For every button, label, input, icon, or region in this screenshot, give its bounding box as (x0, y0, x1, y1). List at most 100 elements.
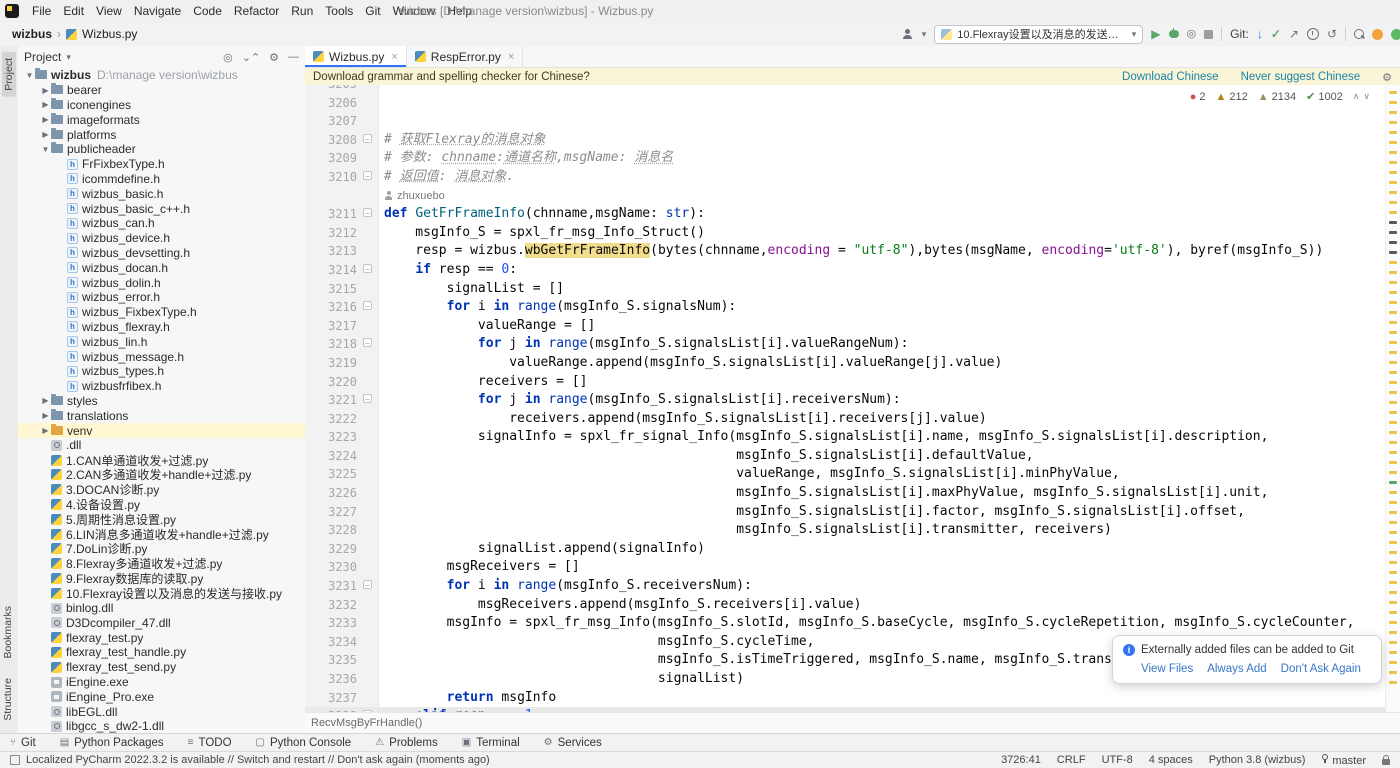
debug-button[interactable] (1169, 30, 1179, 38)
popup-link-always-add[interactable]: Always Add (1207, 663, 1266, 675)
tree-item[interactable]: iEngine.exe (18, 675, 305, 690)
menu-file[interactable]: File (26, 4, 57, 18)
editor-tab-wizbus.py[interactable]: Wizbus.py× (305, 46, 407, 67)
tree-item[interactable]: hwizbus_FixbexType.h (18, 305, 305, 320)
tree-item[interactable]: 2.CAN多通道收发+handle+过滤.py (18, 468, 305, 483)
menu-edit[interactable]: Edit (57, 4, 90, 18)
tree-item[interactable]: hwizbus_error.h (18, 290, 305, 305)
tool-window-button-git[interactable]: ⑂Git (10, 737, 36, 749)
indent-setting[interactable]: 4 spaces (1149, 754, 1193, 766)
popup-link-dont-ask[interactable]: Don't Ask Again (1281, 663, 1361, 675)
tree-item[interactable]: ▶bearer (18, 83, 305, 98)
tree-item[interactable]: 10.Flexray设置以及消息的发送与接收.py (18, 586, 305, 601)
tool-window-button-services[interactable]: ⚙Services (544, 737, 602, 749)
popup-link-view-files[interactable]: View Files (1141, 663, 1193, 675)
tree-item[interactable]: hwizbus_basic_c++.h (18, 201, 305, 216)
code-line-3207[interactable]: 3207 (305, 112, 1386, 131)
search-everywhere-icon[interactable] (1354, 29, 1364, 39)
python-interpreter[interactable]: Python 3.8 (wizbus) (1209, 754, 1306, 766)
menu-code[interactable]: Code (187, 4, 228, 18)
tree-item[interactable]: ▼wizbusD:\manage version\wizbus (18, 68, 305, 83)
ide-update-icon[interactable] (1372, 29, 1383, 40)
stop-button[interactable] (1204, 30, 1213, 39)
tree-item[interactable]: hwizbus_devsetting.h (18, 246, 305, 261)
menu-run[interactable]: Run (285, 4, 319, 18)
chevron-down-icon[interactable]: ▾ (66, 52, 71, 63)
code-line-3222[interactable]: 3222 receivers.append(msgInfo_S.signalsL… (305, 410, 1386, 429)
tool-window-button-terminal[interactable]: ▣Terminal (462, 737, 520, 749)
tree-item[interactable]: 9.Flexray数据库的读取.py (18, 571, 305, 586)
close-icon[interactable]: × (391, 51, 397, 63)
code-line-3221[interactable]: 3221– for j in range(msgInfo_S.signalsLi… (305, 391, 1386, 410)
tree-item[interactable]: libEGL.dll (18, 704, 305, 719)
settings-gear-icon[interactable]: ⚙ (269, 51, 279, 64)
code-line-3237[interactable]: 3237 return msgInfo (305, 689, 1386, 708)
tree-item[interactable]: ▼publicheader (18, 142, 305, 157)
tree-item[interactable]: 6.LIN消息多通道收发+handle+过滤.py (18, 527, 305, 542)
code-line-3226[interactable]: 3226 msgInfo_S.signalsList[i].maxPhyValu… (305, 484, 1386, 503)
code-line-3218[interactable]: 3218– for j in range(msgInfo_S.signalsLi… (305, 335, 1386, 354)
tree-item[interactable]: flexray_test_send.py (18, 660, 305, 675)
tree-item[interactable]: ▶iconengines (18, 98, 305, 113)
user-profile-icon[interactable] (902, 28, 914, 40)
coverage-button[interactable]: ◎ (1187, 29, 1197, 40)
code-line-3233[interactable]: 3233 msgInfo = spxl_fr_msg_Info(msgInfo_… (305, 614, 1386, 633)
code-line-3209[interactable]: 3209# 参数: chnname:通道名称,msgName: 消息名 (305, 149, 1386, 168)
locate-file-icon[interactable]: ◎ (223, 51, 233, 64)
tree-item[interactable]: iEngine_Pro.exe (18, 689, 305, 704)
editor-tab-resperror.py[interactable]: RespError.py× (407, 46, 523, 67)
breadcrumb-file[interactable]: Wizbus.py (82, 27, 137, 41)
menu-tools[interactable]: Tools (319, 4, 359, 18)
tree-item[interactable]: ▶imageformats (18, 112, 305, 127)
lock-icon[interactable] (1382, 759, 1390, 765)
tool-window-tab-project[interactable]: Project (2, 52, 16, 97)
tree-item[interactable]: hwizbus_flexray.h (18, 320, 305, 335)
banner-link-never[interactable]: Never suggest Chinese (1241, 71, 1361, 83)
tree-item[interactable]: binlog.dll (18, 601, 305, 616)
close-icon[interactable]: × (508, 51, 514, 63)
tree-item[interactable]: flexray_test_handle.py (18, 645, 305, 660)
tree-item[interactable]: 5.周期性消息设置.py (18, 512, 305, 527)
fold-marker-icon[interactable]: – (363, 134, 372, 143)
tree-item[interactable]: hwizbusfrfibex.h (18, 379, 305, 394)
code-line-3220[interactable]: 3220 receivers = [] (305, 373, 1386, 392)
rollback-button[interactable]: ↺ (1327, 28, 1337, 40)
hide-panel-icon[interactable]: — (288, 51, 299, 64)
menu-view[interactable]: View (90, 4, 128, 18)
tree-item[interactable]: hwizbus_types.h (18, 364, 305, 379)
tree-item[interactable]: 8.Flexray多通道收发+过滤.py (18, 556, 305, 571)
code-line-3225[interactable]: 3225 valueRange, msgInfo_S.signalsList[i… (305, 465, 1386, 484)
tree-item[interactable]: 3.DOCAN诊断.py (18, 482, 305, 497)
menu-refactor[interactable]: Refactor (228, 4, 285, 18)
code-line-3211[interactable]: 3211–def GetFrFrameInfo(chnname,msgName:… (305, 205, 1386, 224)
author-annotation[interactable]: zhuxuebo (305, 187, 1386, 206)
project-view-select[interactable]: Project (24, 50, 61, 64)
line-ending[interactable]: CRLF (1057, 754, 1086, 766)
fold-marker-icon[interactable]: – (363, 580, 372, 589)
tool-window-tab-bookmarks[interactable]: Bookmarks (2, 606, 14, 659)
code-line-3231[interactable]: 3231– for i in range(msgInfo_S.receivers… (305, 577, 1386, 596)
tool-window-button-python-console[interactable]: ▢Python Console (256, 737, 352, 749)
code-line-3224[interactable]: 3224 msgInfo_S.signalsList[i].defaultVal… (305, 447, 1386, 466)
tree-item[interactable]: ▶venv (18, 423, 305, 438)
fold-marker-icon[interactable]: – (363, 208, 372, 217)
code-line-3232[interactable]: 3232 msgReceivers.append(msgInfo_S.recei… (305, 596, 1386, 615)
history-button[interactable] (1307, 28, 1319, 40)
tree-chevron-icon[interactable]: ▶ (40, 100, 51, 109)
code-line-3213[interactable]: 3213 resp = wizbus.wbGetFrFrameInfo(byte… (305, 242, 1386, 261)
code-line-3216[interactable]: 3216– for i in range(msgInfo_S.signalsNu… (305, 298, 1386, 317)
git-commit-button[interactable]: ✓ (1271, 28, 1281, 40)
tree-chevron-icon[interactable]: ▶ (40, 426, 51, 435)
code-line-3212[interactable]: 3212 msgInfo_S = spxl_fr_msg_Info_Struct… (305, 224, 1386, 243)
fold-marker-icon[interactable]: – (363, 338, 372, 347)
tool-window-button-todo[interactable]: ≡TODO (188, 737, 232, 749)
menu-navigate[interactable]: Navigate (128, 4, 187, 18)
tree-item[interactable]: hwizbus_can.h (18, 216, 305, 231)
collapse-all-icon[interactable]: ⌄⌃ (242, 51, 260, 64)
tree-item[interactable]: 4.设备设置.py (18, 497, 305, 512)
tree-item[interactable]: ▶styles (18, 394, 305, 409)
caret-position[interactable]: 3726:41 (1001, 754, 1041, 766)
code-line-3208[interactable]: 3208–# 获取Flexray的消息对象 (305, 131, 1386, 150)
file-encoding[interactable]: UTF-8 (1102, 754, 1133, 766)
menu-git[interactable]: Git (359, 4, 386, 18)
